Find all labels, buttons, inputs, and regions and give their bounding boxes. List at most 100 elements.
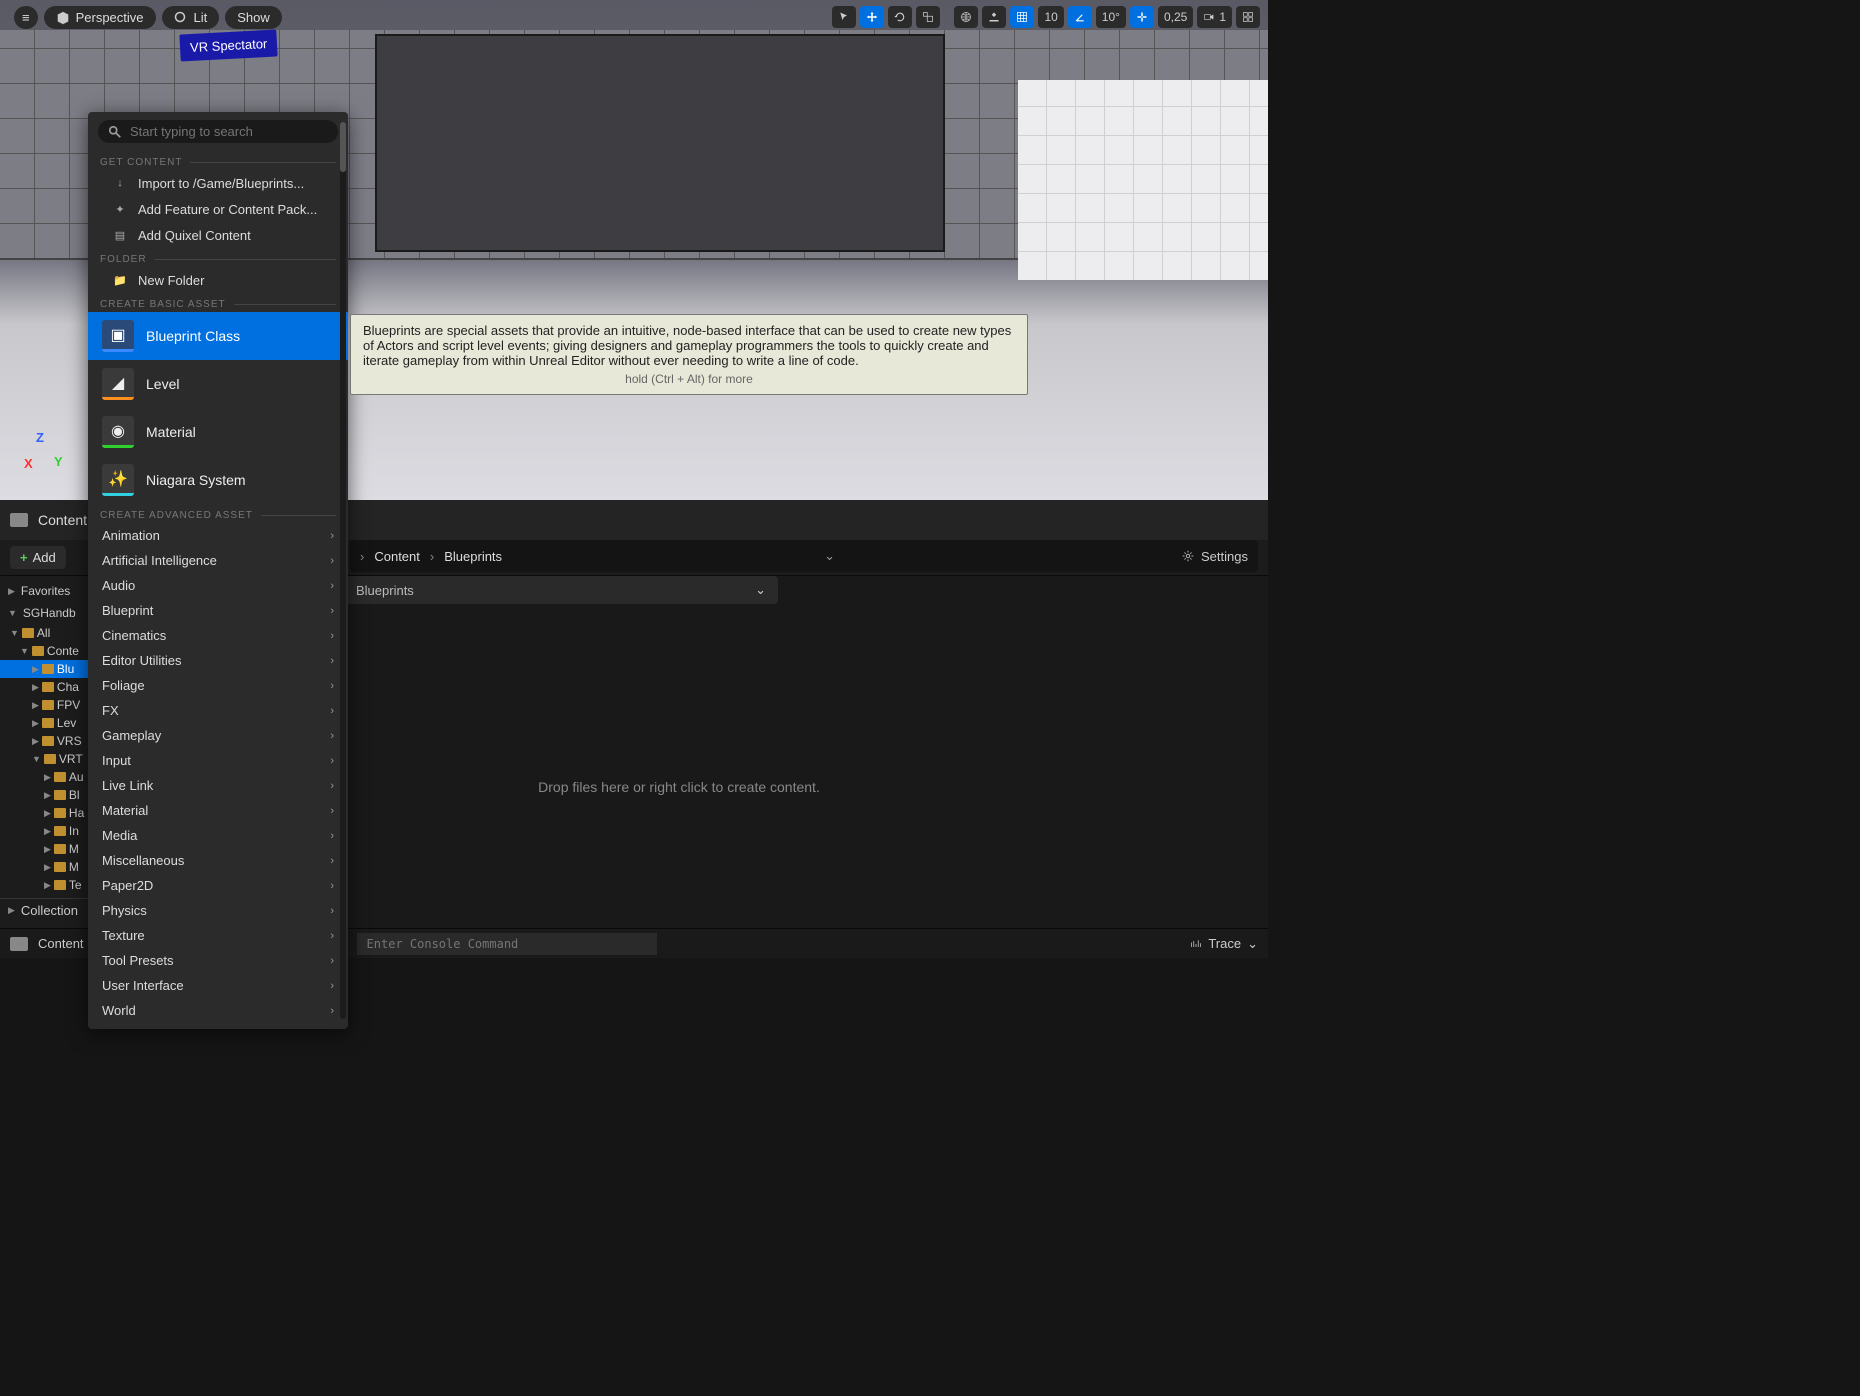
breadcrumb-content[interactable]: Content (374, 549, 420, 564)
chevron-right-icon: › (330, 830, 334, 842)
scale-snap-value[interactable]: 0,25 (1158, 6, 1193, 28)
advanced-item-input[interactable]: Input› (88, 748, 348, 773)
tree-item[interactable]: ▶Te (0, 876, 90, 894)
viewport-menu-button[interactable]: ≡ (14, 6, 38, 29)
advanced-item-blueprint[interactable]: Blueprint› (88, 598, 348, 623)
tree-item[interactable]: ▶In (0, 822, 90, 840)
chevron-right-icon: › (330, 605, 334, 617)
tree-item[interactable]: ▶M (0, 840, 90, 858)
niagara-icon: ✨ (102, 464, 134, 496)
scale-tool-button[interactable] (916, 6, 940, 28)
chevron-right-icon: › (330, 730, 334, 742)
viewport-layout-button[interactable] (1236, 6, 1260, 28)
blueprint-class-item[interactable]: ▣ Blueprint Class (88, 312, 348, 360)
blueprint-icon: ▣ (102, 320, 134, 352)
tree-item[interactable]: ▶Ha (0, 804, 90, 822)
tree-item[interactable]: ▶Bl (0, 786, 90, 804)
advanced-item-world[interactable]: World› (88, 998, 348, 1023)
add-button[interactable]: + Add (10, 546, 66, 569)
angle-snap-button[interactable] (1068, 6, 1092, 28)
lit-button[interactable]: Lit (162, 6, 220, 29)
advanced-item-texture[interactable]: Texture› (88, 923, 348, 948)
chevron-right-icon: › (330, 580, 334, 592)
chevron-right-icon: › (330, 1005, 334, 1017)
import-item[interactable]: ↓Import to /Game/Blueprints... (88, 170, 348, 196)
tree-item[interactable]: ▶M (0, 858, 90, 876)
advanced-item-editor-utilities[interactable]: Editor Utilities› (88, 648, 348, 673)
select-tool-button[interactable] (832, 6, 856, 28)
niagara-item[interactable]: ✨ Niagara System (88, 456, 348, 504)
chevron-right-icon: › (330, 780, 334, 792)
settings-button[interactable]: Settings (1181, 549, 1248, 564)
vr-spectator-label: VR Spectator (179, 29, 278, 61)
chevron-right-icon: › (330, 630, 334, 642)
add-feature-item[interactable]: ✦Add Feature or Content Pack... (88, 196, 348, 222)
perspective-label: Perspective (76, 10, 144, 25)
advanced-item-media[interactable]: Media› (88, 823, 348, 848)
context-menu-scrollbar[interactable] (340, 122, 346, 1019)
advanced-item-fx[interactable]: FX› (88, 698, 348, 723)
collections-section[interactable]: ▶Collection (0, 898, 90, 922)
rotate-tool-button[interactable] (888, 6, 912, 28)
advanced-item-gameplay[interactable]: Gameplay› (88, 723, 348, 748)
scrollbar-thumb[interactable] (340, 122, 346, 172)
filter-bar[interactable]: Blueprints ⌄ (344, 576, 778, 604)
new-folder-item[interactable]: 📁New Folder (88, 267, 348, 293)
cube-icon (56, 11, 70, 25)
project-section[interactable]: ▼SGHandb (0, 602, 90, 624)
advanced-item-foliage[interactable]: Foliage› (88, 673, 348, 698)
chevron-down-icon[interactable]: ⌄ (824, 548, 835, 564)
advanced-item-audio[interactable]: Audio› (88, 573, 348, 598)
material-icon: ◉ (102, 416, 134, 448)
tree-content[interactable]: ▼Conte (0, 642, 90, 660)
level-item[interactable]: ◢ Level (88, 360, 348, 408)
content-browser-icon (10, 513, 28, 527)
breadcrumb: › Content › Blueprints ⌄ Settings (350, 540, 1258, 572)
tree-item[interactable]: ▶VRS (0, 732, 90, 750)
plus-icon: + (20, 550, 28, 565)
chevron-right-icon: › (330, 930, 334, 942)
advanced-item-physics[interactable]: Physics› (88, 898, 348, 923)
viewport-geometry (375, 34, 945, 252)
advanced-item-live-link[interactable]: Live Link› (88, 773, 348, 798)
tree-item[interactable]: ▶Cha (0, 678, 90, 696)
axis-y: Y (54, 454, 63, 469)
breadcrumb-blueprints[interactable]: Blueprints (444, 549, 502, 564)
camera-speed-button[interactable]: 1 (1197, 6, 1232, 28)
tree-item[interactable]: ▶Au (0, 768, 90, 786)
advanced-item-cinematics[interactable]: Cinematics› (88, 623, 348, 648)
advanced-item-material[interactable]: Material› (88, 798, 348, 823)
perspective-button[interactable]: Perspective (44, 6, 156, 29)
show-button[interactable]: Show (225, 6, 282, 29)
surface-snap-button[interactable] (982, 6, 1006, 28)
chevron-right-icon: › (360, 549, 364, 564)
advanced-item-tool-presets[interactable]: Tool Presets› (88, 948, 348, 973)
grid-snap-value[interactable]: 10 (1038, 6, 1063, 28)
add-quixel-item[interactable]: ▤Add Quixel Content (88, 222, 348, 248)
section-create-advanced: CREATE ADVANCED ASSET (88, 504, 348, 523)
advanced-item-animation[interactable]: Animation› (88, 523, 348, 548)
context-search-input[interactable] (130, 124, 328, 139)
tree-item[interactable]: ▼VRT (0, 750, 90, 768)
advanced-item-artificial-intelligence[interactable]: Artificial Intelligence› (88, 548, 348, 573)
tree-item[interactable]: ▶Blu (0, 660, 90, 678)
advanced-item-paper2d[interactable]: Paper2D› (88, 873, 348, 898)
advanced-item-miscellaneous[interactable]: Miscellaneous› (88, 848, 348, 873)
trace-button[interactable]: Trace ⌄ (1190, 936, 1258, 952)
context-menu-search[interactable] (98, 120, 338, 143)
tree-all[interactable]: ▼All (0, 624, 90, 642)
import-icon: ↓ (112, 175, 128, 191)
section-create-basic: CREATE BASIC ASSET (88, 293, 348, 312)
console-command-input[interactable] (357, 933, 657, 955)
quixel-icon: ▤ (112, 227, 128, 243)
angle-snap-value[interactable]: 10° (1096, 6, 1126, 28)
favorites-section[interactable]: ▶Favorites (0, 580, 90, 602)
grid-snap-button[interactable] (1010, 6, 1034, 28)
advanced-item-user-interface[interactable]: User Interface› (88, 973, 348, 998)
move-tool-button[interactable] (860, 6, 884, 28)
tree-item[interactable]: ▶FPV (0, 696, 90, 714)
material-item[interactable]: ◉ Material (88, 408, 348, 456)
globe-icon-button[interactable] (954, 6, 978, 28)
scale-snap-button[interactable] (1130, 6, 1154, 28)
tree-item[interactable]: ▶Lev (0, 714, 90, 732)
